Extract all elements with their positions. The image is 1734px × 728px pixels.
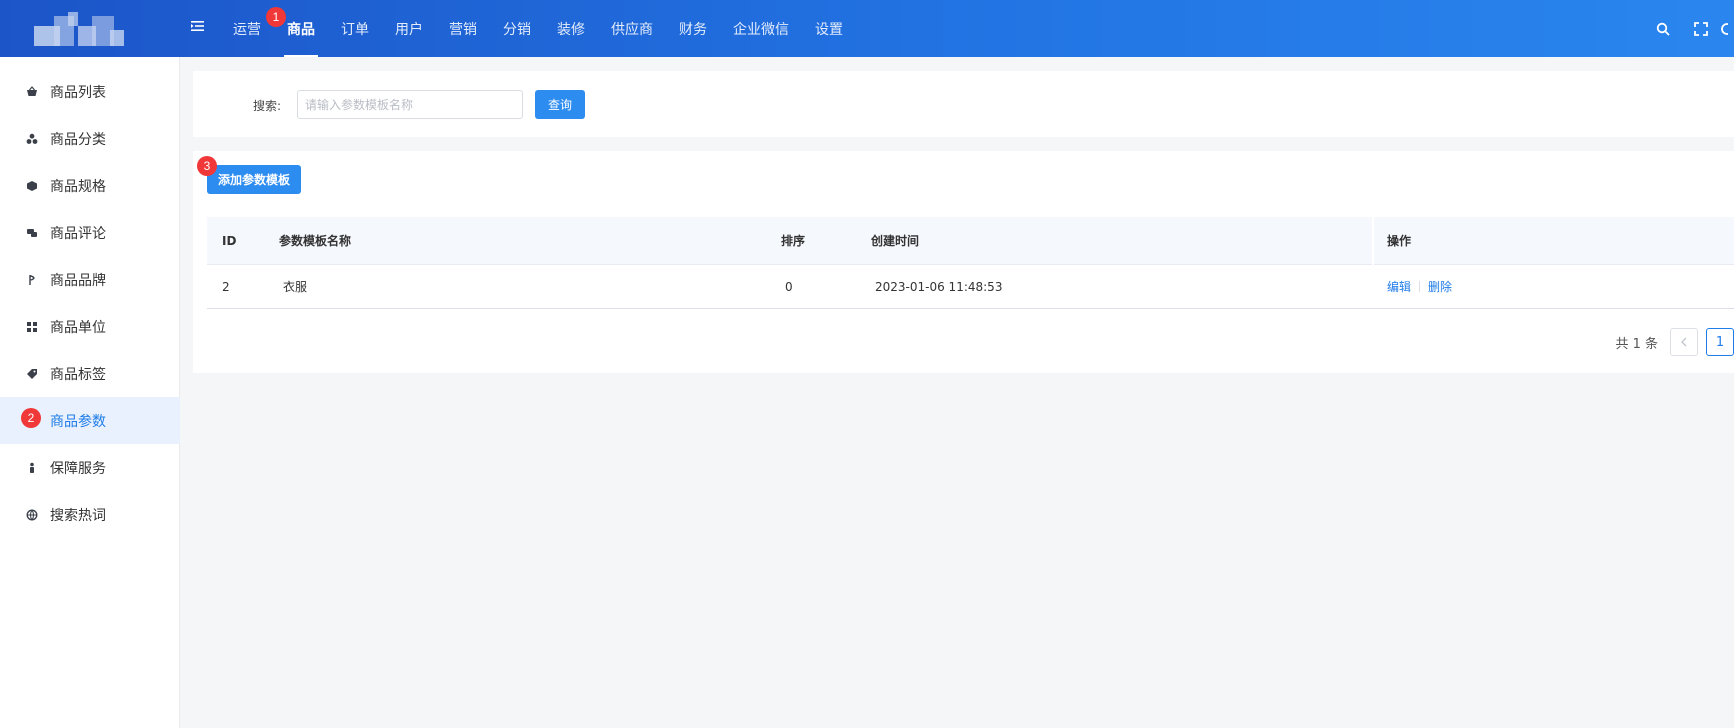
nav-label: 设置 [815,21,843,38]
nav-item-suppliers[interactable]: 供应商 [598,0,666,57]
sidebar-item-label: 商品单位 [50,319,106,336]
sidebar-item-label: 商品参数 [50,413,106,430]
nav-label: 财务 [679,21,707,38]
header-tools [1644,0,1734,57]
edit-link[interactable]: 编辑 [1387,278,1411,295]
table-row: 2 衣服 0 2023-01-06 11:48:53 编辑 删除 [207,265,1734,309]
logo[interactable] [34,12,134,48]
nav-label: 运营 [233,21,261,38]
table-header: ID 参数模板名称 排序 创建时间 操作 [207,217,1734,265]
brand-icon [26,274,38,286]
cell-name: 衣服 [283,280,308,294]
sidebar-item-product-category[interactable]: 商品分类 [0,115,180,162]
nav-item-marketing[interactable]: 营销 [436,0,490,57]
sidebar-item-label: 商品品牌 [50,272,106,289]
main-nav: 运营 商品 订单 用户 营销 分销 装修 供应商 财务 企业微信 设置 [220,0,856,57]
grid-icon [26,321,38,333]
nav-label: 装修 [557,21,585,38]
delete-link[interactable]: 删除 [1428,278,1452,295]
cube-icon [26,180,38,192]
sidebar-item-product-tags[interactable]: 商品标签 [0,350,180,397]
comment-icon [26,227,38,239]
search-input[interactable] [297,90,523,119]
globe-icon [26,509,38,521]
tag-icon [26,368,38,380]
column-header-sort: 排序 [781,234,806,248]
user-icon[interactable] [1720,0,1734,57]
prev-page-button[interactable] [1670,328,1698,356]
person-icon [26,462,38,474]
sidebar-item-label: 商品列表 [50,84,106,101]
fullscreen-icon[interactable] [1682,0,1720,57]
pagination: 共 1 条 1 [1615,328,1734,356]
nav-item-finance[interactable]: 财务 [666,0,720,57]
column-header-actions: 操作 [1387,234,1412,248]
annotation-badge: 3 [197,156,217,176]
nav-label: 订单 [341,21,369,38]
nav-item-operations[interactable]: 运营 [220,0,274,57]
search-panel: 搜索: 查询 [193,71,1734,137]
menu-fold-icon[interactable] [190,18,206,34]
nav-item-distribution[interactable]: 分销 [490,0,544,57]
sidebar-item-product-comments[interactable]: 商品评论 [0,209,180,256]
search-label: 搜索: [253,99,282,113]
search-icon[interactable] [1644,0,1682,57]
nav-item-settings[interactable]: 设置 [802,0,856,57]
cell-created: 2023-01-06 11:48:53 [875,279,1003,294]
cell-id: 2 [222,279,230,294]
sidebar: 商品列表 商品分类 商品规格 商品评论 商品品牌 商品单位 商品标签 商品参数 … [0,57,180,728]
column-header-created: 创建时间 [871,234,920,248]
action-divider [1419,281,1421,292]
nav-item-users[interactable]: 用户 [382,0,436,57]
chevron-left-icon [1681,337,1687,347]
sidebar-item-product-brand[interactable]: 商品品牌 [0,256,180,303]
cell-actions: 编辑 删除 [1387,265,1452,308]
template-list-panel: 添加参数模板 ID 参数模板名称 排序 创建时间 操作 2 衣服 0 2023-… [193,151,1734,373]
annotation-badge: 1 [266,7,286,27]
sidebar-item-product-unit[interactable]: 商品单位 [0,303,180,350]
nav-label: 用户 [395,21,423,38]
column-divider [1372,217,1374,265]
page-number-button[interactable]: 1 [1706,328,1734,356]
sidebar-item-label: 搜索热词 [50,507,106,524]
nav-label: 供应商 [611,21,653,38]
nav-label: 分销 [503,21,531,38]
nav-label: 营销 [449,21,477,38]
add-param-template-button[interactable]: 添加参数模板 [207,165,301,194]
sidebar-item-label: 商品规格 [50,178,106,195]
sidebar-item-guarantee-service[interactable]: 保障服务 [0,444,180,491]
sidebar-item-label: 商品分类 [50,131,106,148]
nav-item-orders[interactable]: 订单 [328,0,382,57]
sidebar-item-product-list[interactable]: 商品列表 [0,68,180,115]
cell-sort: 0 [785,279,793,294]
query-button[interactable]: 查询 [535,90,585,119]
param-template-table: ID 参数模板名称 排序 创建时间 操作 2 衣服 0 2023-01-06 1… [207,217,1734,309]
sidebar-item-label: 商品标签 [50,366,106,383]
sidebar-item-label: 保障服务 [50,460,106,477]
sidebar-item-hot-search[interactable]: 搜索热词 [0,491,180,538]
annotation-badge: 2 [21,408,41,428]
column-header-name: 参数模板名称 [279,234,352,248]
sidebar-item-product-spec[interactable]: 商品规格 [0,162,180,209]
nav-label: 企业微信 [733,21,789,38]
category-icon [26,133,38,145]
nav-label: 商品 [287,21,315,38]
sidebar-item-label: 商品评论 [50,225,106,242]
column-header-id: ID [222,233,237,248]
pagination-total: 共 1 条 [1615,336,1658,352]
top-navigation-bar: 运营 商品 订单 用户 营销 分销 装修 供应商 财务 企业微信 设置 [0,0,1734,57]
basket-icon [26,85,38,98]
nav-item-decoration[interactable]: 装修 [544,0,598,57]
nav-item-wecom[interactable]: 企业微信 [720,0,802,57]
